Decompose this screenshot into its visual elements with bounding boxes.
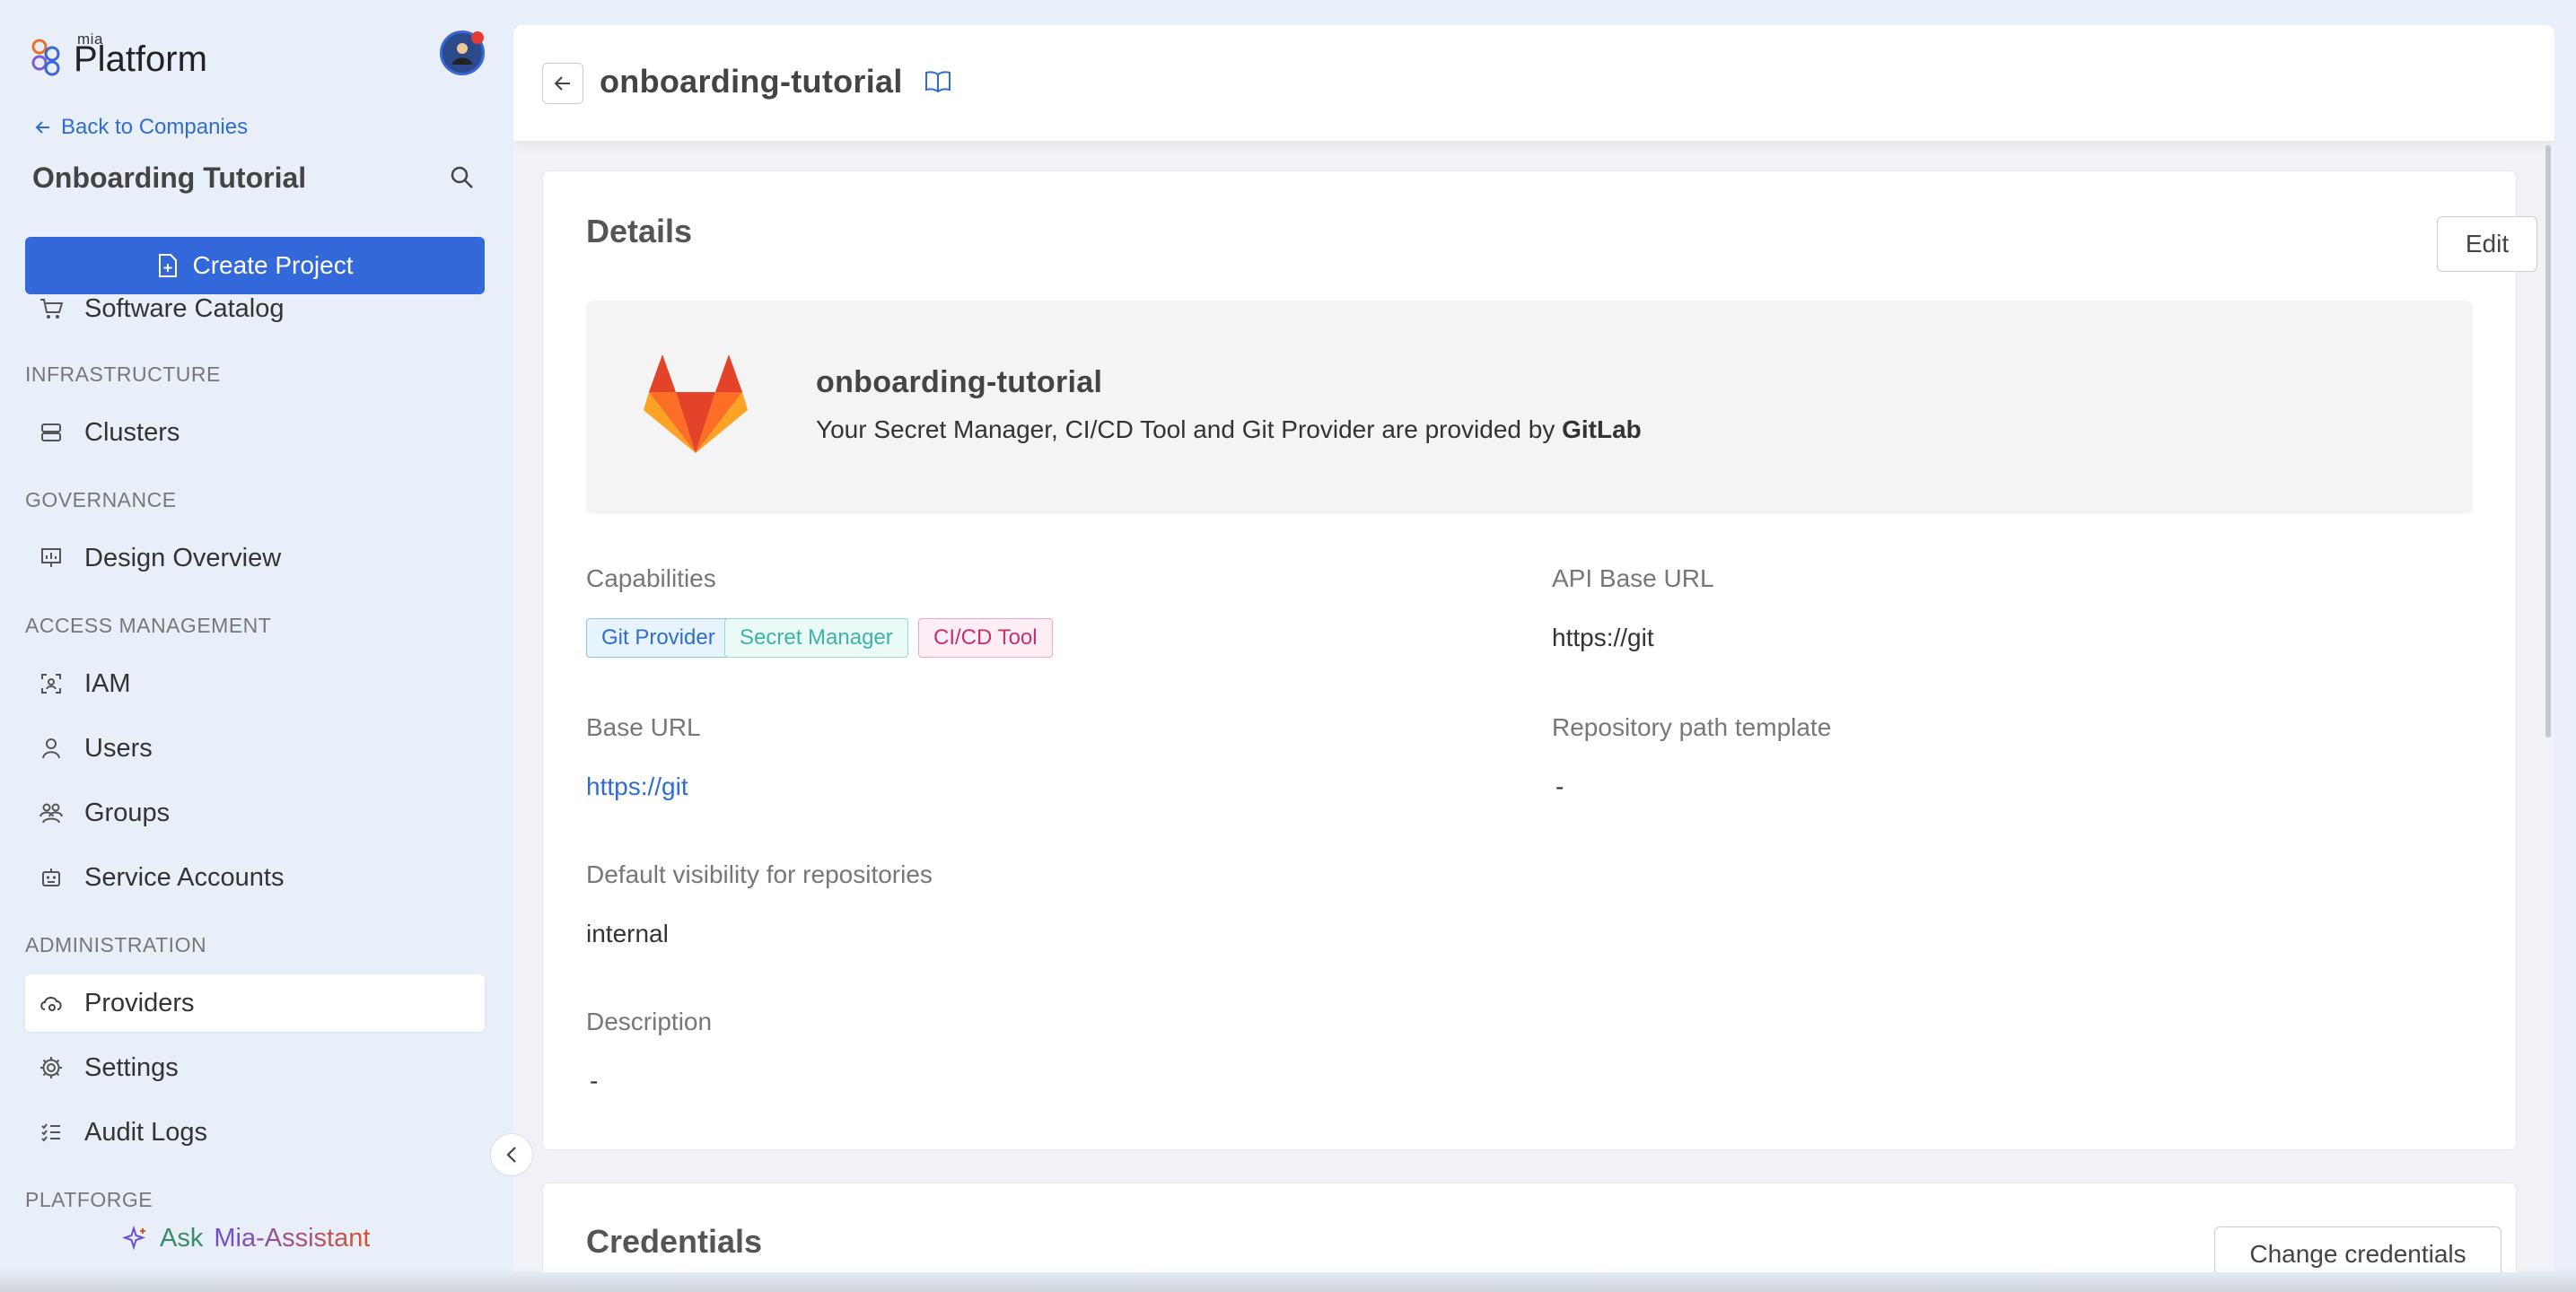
- capabilities-label: Capabilities: [586, 564, 716, 592]
- create-project-label: Create Project: [192, 251, 354, 279]
- section-access-management: ACCESS MANAGEMENT: [25, 614, 272, 637]
- section-platforge: PLATFORGE: [25, 1188, 153, 1211]
- visibility-value: internal: [586, 920, 669, 947]
- hexagon-logo-icon: [31, 39, 60, 76]
- sidebar-item-design-overview[interactable]: Design Overview: [25, 529, 485, 587]
- details-card: Details Edit onboarding-tutorial Your Se…: [542, 170, 2537, 1150]
- search-icon[interactable]: [449, 164, 476, 196]
- sparkle-icon: [122, 1225, 146, 1250]
- sidebar-item-label: Users: [84, 733, 153, 763]
- sidebar-item-label: Providers: [84, 988, 195, 1017]
- base-url-label: Base URL: [586, 713, 701, 741]
- create-project-button[interactable]: Create Project: [25, 237, 485, 294]
- notification-dot: [471, 31, 484, 44]
- arrow-left-icon: [35, 121, 49, 134]
- company-title: Onboarding Tutorial: [32, 162, 307, 194]
- list-check-icon: [38, 1119, 65, 1146]
- file-plus-icon: [158, 254, 177, 277]
- change-credentials-button[interactable]: Change credentials: [2214, 1227, 2502, 1272]
- person-icon: [452, 43, 472, 65]
- details-title: Details: [586, 213, 693, 249]
- credentials-title: Credentials: [586, 1223, 763, 1260]
- provider-brand: GitLab: [1562, 415, 1642, 443]
- group-icon: [38, 799, 65, 826]
- user-avatar[interactable]: [440, 31, 485, 75]
- ask-mia-assistant-button[interactable]: Ask Mia-Assistant: [122, 1224, 370, 1253]
- sidebar-item-label: Audit Logs: [84, 1117, 208, 1147]
- sidebar-item-label: Software Catalog: [84, 293, 285, 323]
- ask-prefix: Ask: [160, 1224, 204, 1253]
- sidebar-item-settings[interactable]: Settings: [25, 1039, 485, 1096]
- edit-button[interactable]: Edit: [2437, 216, 2537, 272]
- page-header: onboarding-tutorial: [513, 25, 2554, 142]
- sidebar-item-label: Service Accounts: [84, 862, 285, 892]
- scan-face-icon: [38, 670, 65, 697]
- description-value: -: [590, 1067, 599, 1095]
- collapse-sidebar-button[interactable]: [490, 1133, 533, 1176]
- brand-name: Platform: [74, 39, 207, 79]
- sidebar: mia Platform Back to Companies Onboardin…: [0, 0, 503, 1292]
- api-base-url-value: https://git: [1552, 624, 1654, 651]
- sidebar-item-iam[interactable]: IAM: [25, 655, 485, 712]
- back-to-companies-label: Back to Companies: [61, 115, 249, 139]
- sidebar-item-groups[interactable]: Groups: [25, 784, 485, 842]
- tag-secret-manager: Secret Manager: [724, 618, 908, 658]
- back-button[interactable]: [542, 63, 583, 104]
- scrollbar-thumb[interactable]: [2545, 145, 2551, 738]
- robot-icon: [38, 864, 65, 891]
- sidebar-item-service-accounts[interactable]: Service Accounts: [25, 849, 485, 906]
- sidebar-item-label: Groups: [84, 798, 171, 827]
- sidebar-item-clusters[interactable]: Clusters: [25, 404, 485, 461]
- provider-name: onboarding-tutorial: [816, 365, 1103, 399]
- tag-cicd-tool: CI/CD Tool: [918, 618, 1053, 658]
- sidebar-item-users[interactable]: Users: [25, 720, 485, 777]
- sidebar-item-audit-logs[interactable]: Audit Logs: [25, 1104, 485, 1161]
- ask-name: Mia-Assistant: [214, 1224, 371, 1253]
- arrow-left-icon: [554, 76, 570, 91]
- provider-description: Your Secret Manager, CI/CD Tool and Git …: [816, 415, 1642, 444]
- credentials-card: Credentials Change credentials: [542, 1183, 2517, 1272]
- section-administration: ADMINISTRATION: [25, 933, 207, 956]
- description-label: Description: [586, 1008, 713, 1035]
- provider-summary: onboarding-tutorial Your Secret Manager,…: [586, 301, 2473, 514]
- presentation-icon: [38, 545, 65, 572]
- page-title: onboarding-tutorial: [600, 63, 903, 100]
- mia-platform-logo[interactable]: mia Platform: [31, 29, 228, 83]
- visibility-label: Default visibility for repositories: [586, 860, 933, 888]
- tag-git-provider: Git Provider: [586, 618, 731, 658]
- sidebar-item-providers[interactable]: Providers: [25, 974, 485, 1032]
- main-panel: onboarding-tutorial Details Edit onboard…: [513, 25, 2554, 1272]
- sidebar-item-label: IAM: [84, 668, 131, 698]
- book-open-icon[interactable]: [924, 70, 951, 98]
- repository-path-value: -: [1555, 773, 1564, 800]
- sidebar-item-label: Settings: [84, 1052, 179, 1082]
- section-infrastructure: INFRASTRUCTURE: [25, 362, 221, 386]
- api-base-url-label: API Base URL: [1552, 564, 1714, 592]
- back-to-companies-link[interactable]: Back to Companies: [34, 115, 248, 140]
- cloud-gear-icon: [38, 990, 65, 1017]
- cart-icon: [38, 295, 65, 322]
- sidebar-item-label: Clusters: [84, 417, 180, 447]
- server-icon: [38, 419, 65, 446]
- sidebar-item-label: Design Overview: [84, 543, 282, 572]
- bottom-shadow: [0, 1269, 2576, 1292]
- section-governance: GOVERNANCE: [25, 488, 177, 511]
- chevron-left-icon: [506, 1147, 516, 1163]
- repository-path-label: Repository path template: [1552, 713, 1832, 741]
- gear-icon: [38, 1054, 65, 1081]
- base-url-link[interactable]: https://git: [586, 773, 697, 801]
- gitlab-logo-icon: [644, 354, 748, 453]
- provider-description-text: Your Secret Manager, CI/CD Tool and Git …: [816, 415, 1563, 443]
- user-icon: [38, 735, 65, 762]
